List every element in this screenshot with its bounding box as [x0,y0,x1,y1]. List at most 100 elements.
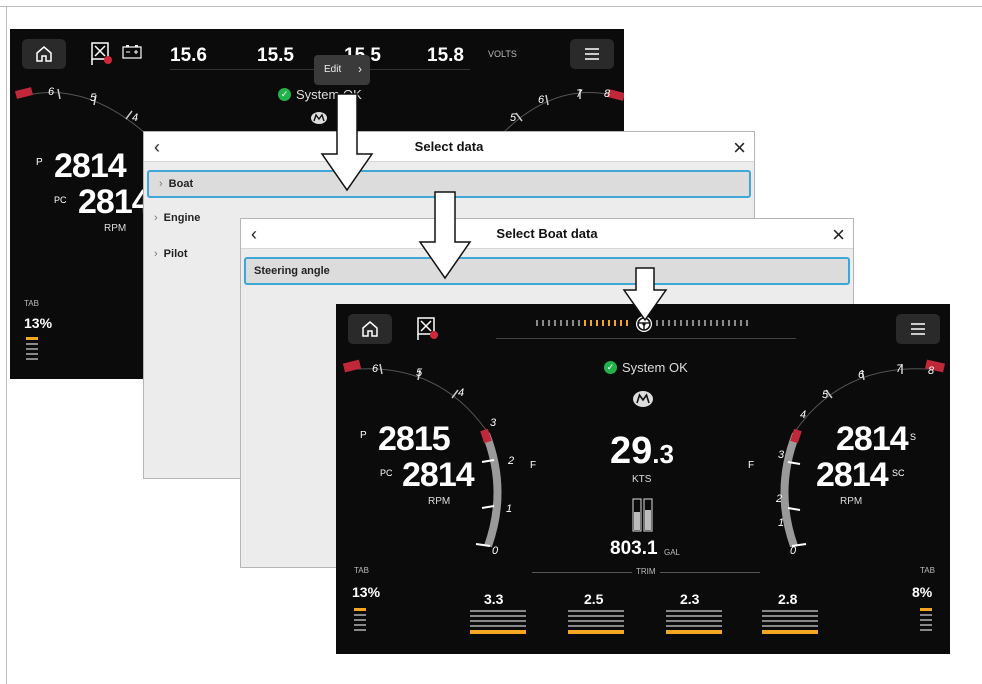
fault-flag-icon[interactable] [416,316,440,345]
tab-level-bars [26,337,38,363]
trim-value-2: 2.5 [584,591,604,607]
port-center-rpm-value: 2814 [402,456,475,494]
menu-icon [911,323,925,335]
home-button[interactable] [22,39,66,69]
mercury-logo-icon [632,390,654,413]
port-rpm-value: 2814 [54,147,127,185]
fuel-tank-icon [632,498,654,537]
menu-button[interactable] [896,314,940,344]
gauge-tick-5-right: 5 [510,112,517,124]
gauge-tick: 1 [778,517,784,529]
gauge-tick: 3 [778,449,785,461]
edit-popup-button[interactable]: Edit › [314,55,370,85]
close-icon[interactable]: × [832,222,845,248]
tab-left-value: 13% [352,584,381,600]
steering-divider [496,338,796,339]
system-status-text: System OK [622,360,688,375]
port-center-prefix: PC [54,195,67,205]
list-item-steering-angle[interactable]: Steering angle [244,257,850,285]
gauge-tick-5: 5 [90,92,97,104]
rpm-unit-label: RPM [104,223,127,234]
starboard-prefix: S [910,432,917,442]
tab-right-label: TAB [920,566,935,575]
tab-left-bars [354,608,366,634]
list-item-label: Steering angle [254,265,330,277]
select-boat-data-title: Select Boat data [496,226,598,241]
tab-label: TAB [24,299,39,308]
port-rpm-unit: RPM [428,496,451,507]
starboard-center-prefix: SC [892,468,905,478]
gauge-tick: 2 [775,493,782,505]
speed-value: 29.3 [610,430,674,472]
fuel-unit: GAL [664,548,681,557]
gauge-tick-8-right: 8 [604,88,611,100]
port-rpm-value: 2815 [378,420,451,458]
gauge-tick: 5 [416,367,423,379]
gauge-tick: 3 [490,417,497,429]
port-center-prefix: PC [380,468,393,478]
gauge-tick: 0 [492,545,499,557]
voltage-value-4: 15.8 [427,45,464,66]
voltage-unit: VOLTS [488,49,517,59]
tab-left-label: TAB [354,566,369,575]
chevron-right-icon: › [154,212,158,224]
menu-icon [585,48,599,60]
trim-bars-3 [666,610,722,637]
voltage-value-1: 15.6 [170,45,207,66]
home-icon [362,321,378,337]
gauge-tick: 4 [458,387,464,399]
port-prefix: P [36,157,43,168]
home-button[interactable] [348,314,392,344]
port-center-rpm-value: 2814 [78,183,151,221]
trim-value-1: 3.3 [484,591,504,607]
list-item-label: Pilot [163,248,188,260]
chevron-right-icon: › [358,62,362,76]
trim-bars-1 [470,610,526,637]
gauge-tick: 1 [506,503,512,515]
frame-left-border [6,6,7,684]
gauge-tick-6-right: 6 [538,94,545,106]
gauge-tick-7-right: 7 [576,88,583,100]
select-boat-data-header: ‹ Select Boat data × [241,219,853,249]
edit-label: Edit [324,64,342,75]
gauge-tick: 4 [800,409,806,421]
gauge-tick: 2 [507,455,514,467]
trim-value-3: 2.3 [680,591,700,607]
trim-bars-4 [762,610,818,637]
back-icon[interactable]: ‹ [154,137,160,158]
starboard-fuel-letter: F [748,460,755,471]
voltage-value-2: 15.5 [257,45,294,66]
starboard-center-rpm-value: 2814 [816,456,889,494]
gauge-tick: 0 [790,545,797,557]
menu-button[interactable] [570,39,614,69]
list-item-label: Engine [163,212,201,224]
system-status: ✓ System OK [604,360,688,375]
trim-bars-2 [568,610,624,637]
down-arrow-icon [622,267,668,322]
check-circle-icon: ✓ [604,361,617,374]
gauge-tick: 7 [896,363,903,375]
home-icon [36,46,52,62]
gauge-tick: 8 [928,365,935,377]
chevron-right-icon: › [154,248,158,260]
down-arrow-icon [320,93,374,192]
dashboard-screen-after: ✓ System OK 6 5 4 3 2 1 0 P 2815 PC 2814… [336,304,950,654]
down-arrow-icon [418,191,472,280]
trim-label: TRIM [632,567,660,576]
back-icon[interactable]: ‹ [251,224,257,245]
tab-value: 13% [24,315,53,331]
close-icon[interactable]: × [733,135,746,161]
chevron-right-icon: › [159,178,163,190]
speed-unit: KTS [632,474,652,485]
gauge-tick: 6 [372,363,379,375]
battery-icon [122,45,142,64]
frame-top-border [0,6,982,7]
select-data-header: ‹ Select data × [144,132,754,162]
port-fuel-letter: F [530,460,537,471]
starboard-rpm-unit: RPM [840,496,863,507]
trim-value-4: 2.8 [778,591,798,607]
fuel-value: 803.1 [610,538,658,559]
fault-flag-icon[interactable] [90,41,114,70]
tab-right-bars [920,608,932,634]
gauge-tick: 6 [858,369,865,381]
